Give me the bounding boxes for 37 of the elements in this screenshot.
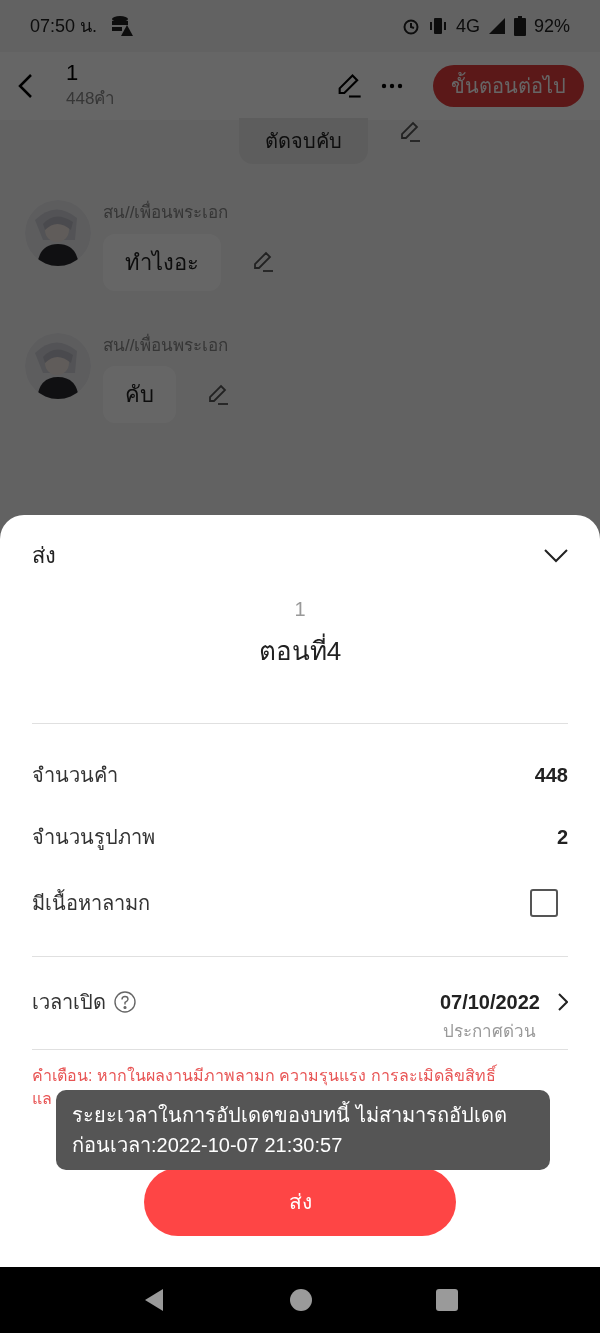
- chevron-right-icon[interactable]: [558, 993, 568, 1011]
- adult-content-label: มีเนื้อหาลามก: [32, 888, 150, 918]
- work-title: 1: [294, 597, 306, 622]
- message-bubble: คับ: [103, 366, 176, 423]
- clock-time: 07:50 น.: [30, 14, 98, 38]
- home-icon[interactable]: [289, 1288, 313, 1312]
- signal-icon: [487, 17, 506, 35]
- stat-value: 448: [534, 763, 568, 788]
- adult-content-checkbox[interactable]: [530, 889, 558, 917]
- vibrate-icon: [427, 17, 448, 35]
- next-step-button[interactable]: ขั้นตอนต่อไป: [433, 65, 584, 107]
- warning-text: แล: [32, 1088, 52, 1109]
- database-warning-icon: [111, 15, 134, 37]
- release-time-label: เวลาเปิด: [32, 990, 106, 1015]
- release-date[interactable]: 07/10/2022: [439, 987, 540, 1017]
- battery-percentage: 92%: [533, 14, 570, 38]
- alarm-icon: [401, 17, 420, 35]
- message-bubble: ตัดจบคับ: [238, 118, 368, 164]
- chapter-name: ตอนที่4: [258, 632, 342, 671]
- release-note: ประกาศด่วน: [443, 1021, 536, 1043]
- sheet-title: ส่ง: [32, 542, 56, 570]
- pencil-icon[interactable]: [206, 382, 230, 407]
- collapse-icon[interactable]: [544, 548, 568, 563]
- stat-label: จำนวนรูปภาพ: [32, 825, 155, 852]
- update-toast: ระยะเวลาในการอัปเดตของบทนี้ ไม่สามารถอัปเดตก่อนเวลา:2022-10-07 21:30:57: [56, 1090, 550, 1170]
- more-icon[interactable]: [381, 83, 403, 89]
- pencil-icon[interactable]: [251, 250, 275, 274]
- stat-label: จำนวนคำ: [32, 763, 118, 788]
- chapter-title: 1: [66, 60, 80, 87]
- stat-value: 2: [556, 825, 568, 850]
- submit-button[interactable]: ส่ง: [144, 1167, 456, 1236]
- network-type: 4G: [455, 14, 480, 38]
- warning-text: คำเตือน: หากในผลงานมีภาพลามก ความรุนแรง การละเมิดลิขสิทธิ์: [32, 1063, 496, 1087]
- message-bubble: ทำไงอะ: [103, 233, 221, 291]
- help-icon[interactable]: [114, 991, 136, 1013]
- recents-icon[interactable]: [435, 1288, 459, 1312]
- battery-icon: [513, 16, 526, 36]
